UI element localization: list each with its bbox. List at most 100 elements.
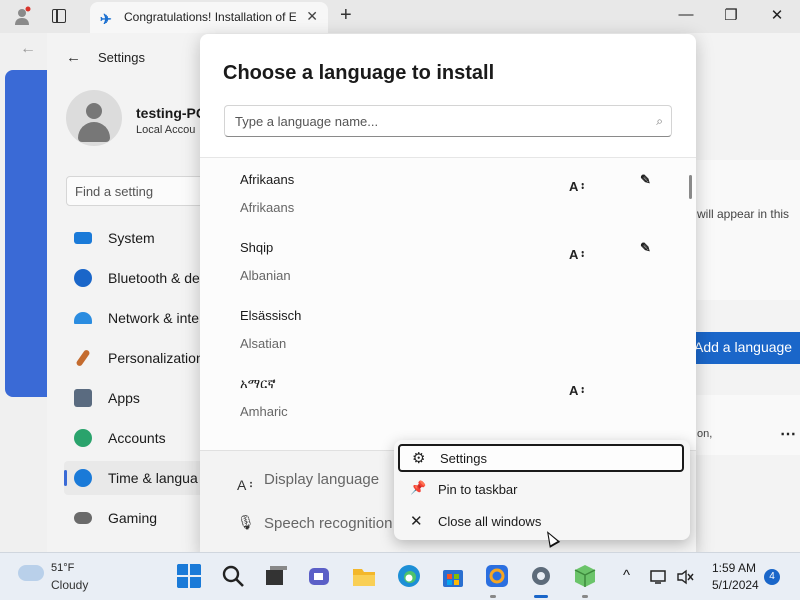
nav-item-accounts[interactable]: Accounts bbox=[64, 421, 204, 455]
list-item[interactable]: አማርኛ Amharic A᠄ bbox=[200, 362, 680, 430]
nav-item-time-language[interactable]: Time & langua bbox=[64, 461, 204, 495]
nav-item-gaming[interactable]: Gaming bbox=[64, 501, 204, 535]
display-icon[interactable] bbox=[650, 569, 668, 585]
clock-date[interactable]: 5/1/2024 bbox=[712, 578, 759, 592]
system-icon bbox=[74, 232, 92, 244]
cloud-icon[interactable] bbox=[18, 565, 44, 581]
language-english-name: Alsatian bbox=[240, 336, 287, 351]
nav-label: Personalization bbox=[108, 350, 204, 366]
display-language-label: Display language bbox=[264, 471, 380, 488]
minimize-button[interactable]: — bbox=[676, 6, 696, 23]
handwriting-icon: ✎ bbox=[640, 172, 651, 187]
meet-icon[interactable] bbox=[307, 563, 333, 589]
list-item[interactable]: Elsässisch Alsatian bbox=[200, 294, 680, 362]
weather-description[interactable]: Cloudy bbox=[51, 578, 88, 592]
language-search-input[interactable]: Type a language name... ⌕ bbox=[224, 105, 672, 137]
clock-time[interactable]: 1:59 AM bbox=[712, 561, 756, 575]
running-indicator bbox=[534, 595, 548, 598]
nav-label: Apps bbox=[108, 390, 140, 406]
menu-item-settings[interactable]: ⚙ Settings bbox=[398, 444, 684, 472]
running-indicator bbox=[582, 595, 588, 598]
language-list: Afrikaans Afrikaans A᠄ ✎ Shqip Albanian … bbox=[200, 157, 696, 450]
close-icon: ✕ bbox=[410, 513, 423, 530]
gamepad-icon bbox=[74, 512, 92, 524]
brush-icon bbox=[75, 348, 91, 368]
taskbar: 51°F Cloudy ^ 1:59 AM 5/1/2024 4 bbox=[0, 552, 800, 600]
browser-back-icon[interactable]: ← bbox=[20, 40, 36, 58]
taskbar-context-menu: ⚙ Settings 📌 Pin to taskbar ✕ Close all … bbox=[394, 440, 690, 540]
user-account-type: Local Accou bbox=[136, 124, 196, 136]
avatar bbox=[66, 90, 122, 146]
package-app-icon[interactable] bbox=[572, 563, 598, 589]
handwriting-icon: ✎ bbox=[640, 240, 651, 255]
menu-item-label: Close all windows bbox=[438, 514, 542, 529]
search-icon[interactable] bbox=[220, 563, 246, 589]
nav-item-apps[interactable]: Apps bbox=[64, 381, 204, 415]
add-language-button[interactable]: Add a language bbox=[686, 332, 800, 364]
weather-temperature[interactable]: 51°F bbox=[51, 562, 74, 574]
globe-icon bbox=[74, 469, 92, 487]
nav-item-network[interactable]: Network & inte bbox=[64, 301, 204, 335]
nav-label: Bluetooth & de bbox=[108, 270, 200, 286]
list-scrollbar[interactable] bbox=[689, 175, 692, 199]
list-item[interactable]: Shqip Albanian A᠄ ✎ bbox=[200, 226, 680, 294]
menu-item-pin-to-taskbar[interactable]: 📌 Pin to taskbar bbox=[398, 476, 684, 504]
find-setting-input[interactable]: Find a setting bbox=[66, 176, 206, 206]
accounts-icon bbox=[74, 429, 92, 447]
notification-badge[interactable]: 4 bbox=[764, 569, 780, 585]
edge-icon[interactable] bbox=[396, 563, 422, 589]
language-native-name: Elsässisch bbox=[240, 308, 302, 323]
wifi-icon bbox=[74, 312, 92, 324]
bluetooth-icon bbox=[74, 269, 92, 287]
dialog-title: Choose a language to install bbox=[223, 62, 495, 84]
menu-item-close-all-windows[interactable]: ✕ Close all windows bbox=[398, 508, 684, 536]
tab-actions-icon[interactable] bbox=[52, 8, 66, 23]
running-indicator bbox=[490, 595, 496, 598]
nav-label: System bbox=[108, 230, 155, 246]
new-tab-button[interactable]: + bbox=[340, 4, 352, 27]
store-icon[interactable] bbox=[440, 563, 466, 589]
tab-favicon-icon: ✈ bbox=[100, 11, 112, 27]
gear-icon: ⚙ bbox=[412, 450, 426, 467]
nav-item-system[interactable]: System bbox=[64, 221, 204, 255]
display-language-icon: A᠄ bbox=[569, 383, 584, 398]
task-view-icon[interactable] bbox=[263, 563, 289, 589]
language-native-name: አማርኛ bbox=[240, 376, 276, 391]
apps-icon bbox=[74, 389, 92, 407]
close-window-button[interactable]: ✕ bbox=[767, 6, 787, 24]
speech-recognition-label: Speech recognition bbox=[264, 515, 393, 532]
language-english-name: Amharic bbox=[240, 404, 288, 419]
installer-app-icon[interactable] bbox=[484, 563, 510, 589]
profile-icon[interactable] bbox=[12, 6, 32, 26]
file-explorer-icon[interactable] bbox=[351, 563, 377, 589]
selection-indicator bbox=[64, 470, 67, 486]
pin-icon: 📌 bbox=[410, 480, 427, 495]
browser-tab[interactable]: ✈ Congratulations! Installation of E ✕ bbox=[90, 2, 328, 33]
show-hidden-icons-icon[interactable]: ^ bbox=[623, 567, 630, 584]
microphone-icon: 🎙 bbox=[237, 514, 255, 530]
search-icon: ⌕ bbox=[656, 114, 663, 128]
display-language-icon: A᠄ bbox=[237, 477, 252, 493]
display-language-icon: A᠄ bbox=[569, 247, 584, 262]
browser-title-bar: ✈ Congratulations! Installation of E ✕ +… bbox=[0, 0, 800, 33]
settings-gear-icon[interactable] bbox=[528, 563, 554, 589]
list-item[interactable]: Afrikaans Afrikaans A᠄ ✎ bbox=[200, 158, 680, 226]
nav-label: Network & inte bbox=[108, 310, 200, 326]
display-language-icon: A᠄ bbox=[569, 179, 584, 194]
nav-label: Time & langua bbox=[108, 470, 198, 486]
nav-item-bluetooth[interactable]: Bluetooth & de bbox=[64, 261, 204, 295]
start-icon[interactable] bbox=[176, 563, 202, 589]
languages-hint-text: will appear in this bbox=[697, 207, 790, 221]
volume-muted-icon[interactable] bbox=[676, 569, 694, 585]
page-banner bbox=[5, 70, 47, 397]
language-english-name: Albanian bbox=[240, 268, 291, 283]
restore-button[interactable]: ❐ bbox=[721, 6, 741, 24]
nav-item-personalization[interactable]: Personalization bbox=[64, 341, 204, 375]
user-name: testing-PC bbox=[136, 105, 206, 121]
tab-close-icon[interactable]: ✕ bbox=[306, 8, 318, 25]
settings-back-button[interactable]: ← bbox=[66, 49, 81, 66]
language-english-name: Afrikaans bbox=[240, 200, 295, 215]
menu-item-label: Pin to taskbar bbox=[438, 482, 518, 497]
nav-label: Gaming bbox=[108, 510, 158, 526]
more-options-icon[interactable]: ⋯ bbox=[780, 424, 796, 444]
